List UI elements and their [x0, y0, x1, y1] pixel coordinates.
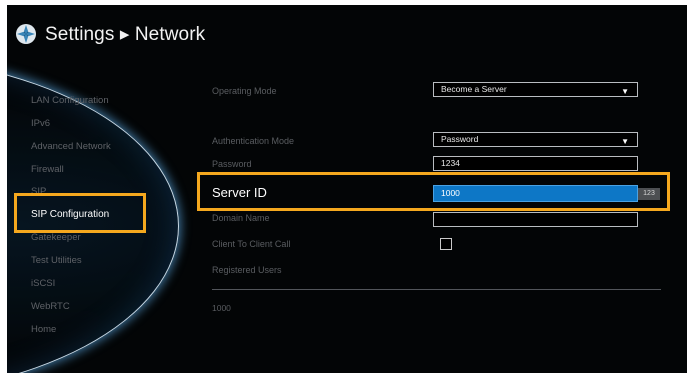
tv-screen: Settings ▸ Network LAN Configuration IPv…	[7, 5, 687, 373]
registered-users-label: Registered Users	[212, 265, 282, 275]
password-label: Password	[212, 159, 252, 169]
registered-users-divider	[212, 289, 661, 290]
page-header: Settings ▸ Network	[15, 22, 205, 46]
sidebar-item-home[interactable]: Home	[31, 324, 56, 335]
sidebar-item-ipv6[interactable]: IPv6	[31, 118, 50, 129]
operating-mode-select[interactable]: Become a Server ▼	[433, 82, 638, 97]
sidebar-highlight-frame	[14, 193, 146, 233]
authentication-mode-label: Authentication Mode	[212, 136, 295, 146]
sidebar-item-lan-configuration[interactable]: LAN Configuration	[31, 95, 109, 106]
server-id-field[interactable]: 1000	[433, 185, 638, 202]
numeric-input-badge: 123	[638, 188, 660, 200]
sidebar-item-iscsi[interactable]: iSCSI	[31, 278, 55, 289]
sidebar-item-advanced-network[interactable]: Advanced Network	[31, 141, 111, 152]
sidebar-item-gatekeeper[interactable]: Gatekeeper	[31, 232, 81, 243]
domain-name-field[interactable]	[433, 212, 638, 227]
dropdown-arrow-icon: ▼	[621, 87, 629, 96]
registered-user-item[interactable]: 1000	[212, 303, 231, 313]
sidebar-item-firewall[interactable]: Firewall	[31, 164, 64, 175]
password-field[interactable]: 1234	[433, 156, 638, 171]
settings-wheel-icon	[16, 24, 36, 44]
sidebar-item-test-utilities[interactable]: Test Utilities	[31, 255, 82, 266]
server-id-label: Server ID	[212, 185, 267, 200]
sidebar-item-webrtc[interactable]: WebRTC	[31, 301, 70, 312]
operating-mode-label: Operating Mode	[212, 86, 277, 96]
client-to-client-call-label: Client To Client Call	[212, 239, 291, 249]
domain-name-label: Domain Name	[212, 213, 270, 223]
page-title: Settings ▸ Network	[45, 23, 206, 45]
dropdown-arrow-icon: ▼	[621, 137, 629, 146]
client-to-client-call-checkbox[interactable]	[440, 238, 452, 250]
authentication-mode-select[interactable]: Password ▼	[433, 132, 638, 147]
authentication-mode-value: Password	[441, 134, 479, 144]
operating-mode-value: Become a Server	[441, 84, 507, 94]
